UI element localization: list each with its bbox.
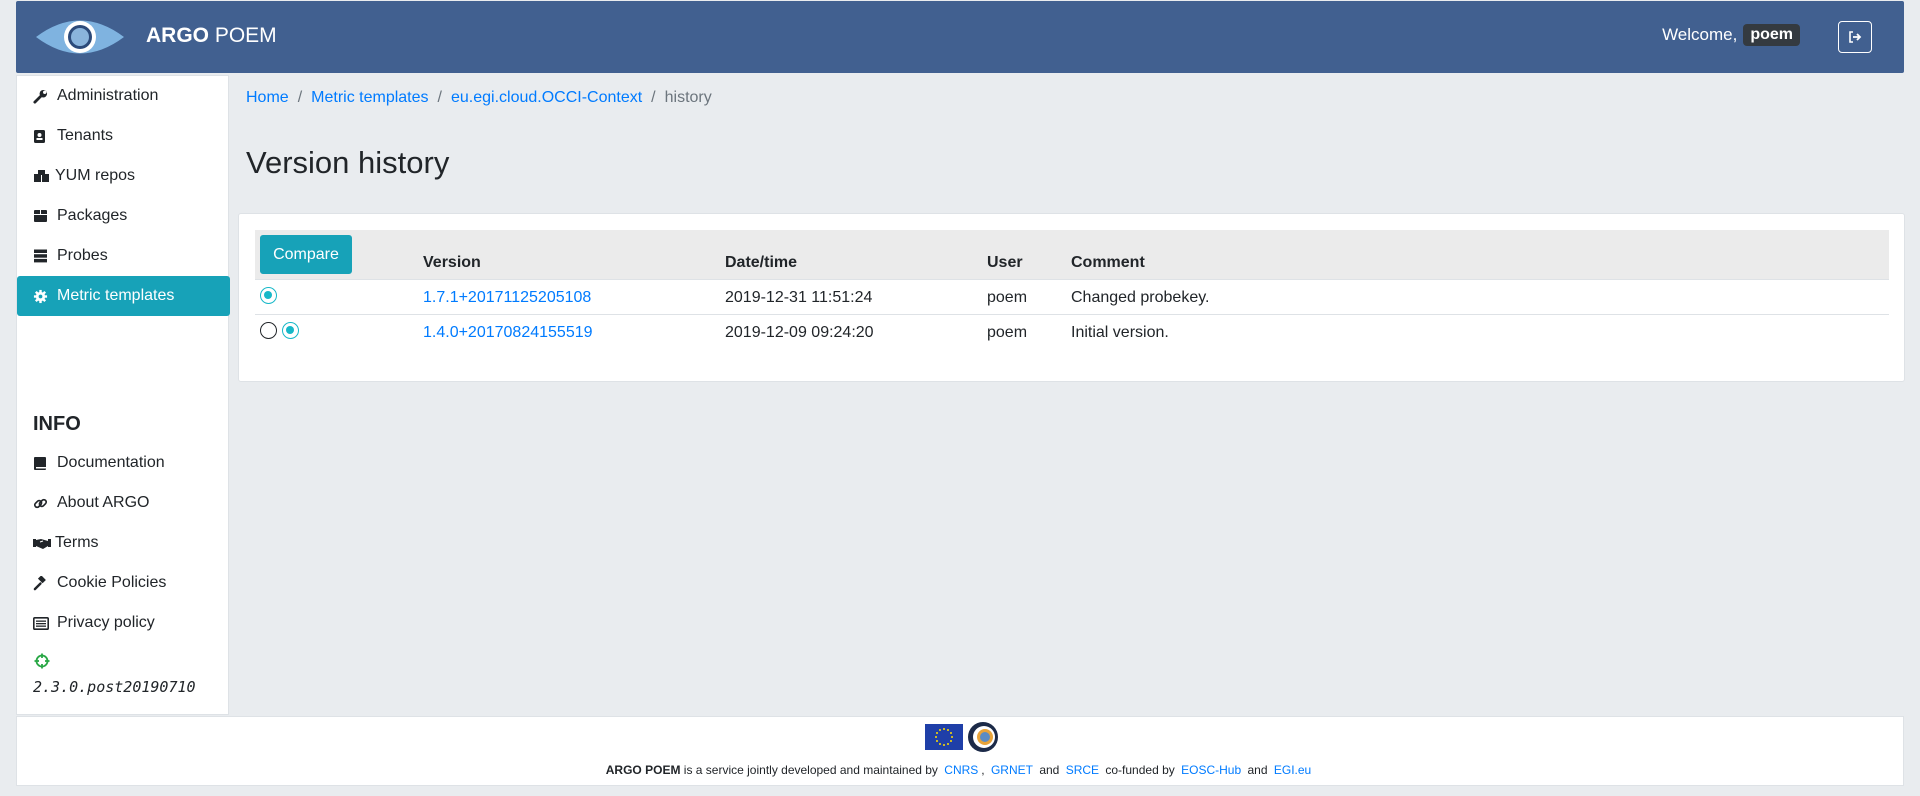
- footer-text: is a service jointly developed and maint…: [683, 763, 938, 777]
- table-row: 1.4.0+20170824155519 2019-12-09 09:24:20…: [255, 315, 1889, 350]
- version-comment: Changed probekey.: [1071, 289, 1210, 306]
- compare-radio-a[interactable]: [260, 322, 277, 339]
- version-user: poem: [987, 324, 1028, 341]
- version-datetime: 2019-12-31 11:51:24: [725, 289, 873, 306]
- breadcrumb-home-link[interactable]: Home: [246, 89, 289, 107]
- breadcrumb-separator: /: [297, 89, 303, 106]
- version-user: poem: [987, 289, 1028, 306]
- column-header-comment: Comment: [1071, 254, 1145, 271]
- breadcrumb-separator: /: [437, 89, 442, 106]
- app-version: 2.3.0.post20190710: [33, 678, 196, 696]
- breadcrumb-current: history: [664, 89, 712, 106]
- sidebar-item-label: Terms: [55, 534, 99, 551]
- footer-link-srce[interactable]: SRCE: [1066, 763, 1099, 777]
- version-comment: Initial version.: [1071, 324, 1169, 341]
- sidebar-item-about-argo[interactable]: About ARGO: [17, 483, 230, 523]
- compare-radio-b[interactable]: [282, 322, 299, 339]
- version-link[interactable]: 1.7.1+20171125205108: [423, 289, 591, 307]
- breadcrumb-separator: /: [651, 89, 656, 106]
- link-icon: [33, 496, 55, 511]
- sidebar-item-terms[interactable]: Terms: [17, 523, 230, 563]
- breadcrumb-metric-templates-link[interactable]: Metric templates: [311, 89, 428, 107]
- sidebar-item-packages[interactable]: Packages: [17, 196, 230, 236]
- sidebar-item-label: Packages: [57, 207, 128, 224]
- wrench-icon: [33, 89, 55, 104]
- book-icon: [33, 456, 55, 471]
- welcome-label: Welcome,: [1662, 25, 1738, 44]
- sidebar-item-label: Documentation: [57, 454, 165, 471]
- egi-logo-icon[interactable]: [967, 721, 999, 753]
- info-heading: INFO: [33, 413, 81, 435]
- footer-link-cnrs[interactable]: CNRS: [944, 763, 978, 777]
- footer-link-egi[interactable]: EGI.eu: [1274, 763, 1311, 777]
- sidebar-item-label: Cookie Policies: [57, 574, 167, 591]
- compare-button[interactable]: Compare: [260, 235, 352, 274]
- crosshairs-icon: [34, 653, 50, 669]
- column-header-datetime: Date/time: [725, 254, 798, 271]
- handshake-icon: [33, 537, 53, 550]
- version-link[interactable]: 1.4.0+20170824155519: [423, 324, 593, 342]
- box-icon: [33, 209, 55, 223]
- version-datetime: 2019-12-09 09:24:20: [725, 324, 874, 341]
- sidebar-item-label: Metric templates: [57, 287, 175, 304]
- welcome-area: Welcome, poem: [1662, 24, 1800, 46]
- sidebar-item-metric-templates[interactable]: Metric templates: [17, 276, 230, 316]
- footer-link-eosc-hub[interactable]: EOSC-Hub: [1181, 763, 1241, 777]
- version-history-table: Compare Version Date/time User Comment 1…: [255, 230, 1889, 350]
- username-badge: poem: [1743, 24, 1800, 46]
- table-header: Compare Version Date/time User Comment: [255, 230, 1889, 280]
- sidebar-item-label: Probes: [57, 247, 108, 264]
- column-header-user: User: [987, 254, 1023, 271]
- argo-eye-logo-icon[interactable]: [34, 12, 126, 62]
- table-row: 1.7.1+20171125205108 2019-12-31 11:51:24…: [255, 280, 1889, 315]
- cog-icon: [33, 289, 55, 304]
- top-navbar: ARGO POEM Welcome, poem: [16, 1, 1904, 73]
- id-badge-icon: [33, 129, 55, 144]
- breadcrumb: Home / Metric templates / eu.egi.cloud.O…: [246, 89, 712, 107]
- sidebar-item-administration[interactable]: Administration: [17, 76, 230, 116]
- page-title: Version history: [246, 145, 450, 180]
- brand-title[interactable]: ARGO POEM: [146, 23, 277, 49]
- breadcrumb-template-link[interactable]: eu.egi.cloud.OCCI-Context: [451, 89, 642, 107]
- sidebar-item-probes[interactable]: Probes: [17, 236, 230, 276]
- footer-text: co-funded by: [1105, 763, 1175, 777]
- sidebar-item-label: Tenants: [57, 127, 114, 144]
- compare-radio-b[interactable]: [260, 287, 277, 304]
- sidebar: Administration Tenants YUM repos Package…: [16, 75, 230, 715]
- logout-button[interactable]: [1838, 21, 1872, 53]
- footer-text: and: [1247, 763, 1268, 777]
- footer-credits: ARGO POEM is a service jointly developed…: [605, 763, 1312, 777]
- sidebar-item-label: About ARGO: [57, 494, 150, 511]
- version-history-card: Compare Version Date/time User Comment 1…: [238, 213, 1905, 382]
- footer-brand: ARGO POEM: [605, 763, 681, 777]
- footer: ARGO POEM is a service jointly developed…: [16, 716, 1904, 786]
- boxes-icon: [33, 169, 53, 183]
- sidebar-item-tenants[interactable]: Tenants: [17, 116, 230, 156]
- sidebar-item-label: YUM repos: [55, 167, 136, 184]
- sign-out-icon: [1849, 31, 1862, 43]
- sidebar-item-yum-repos[interactable]: YUM repos: [17, 156, 230, 196]
- gavel-icon: [33, 575, 55, 591]
- eu-flag-icon[interactable]: [925, 724, 963, 750]
- sidebar-item-label: Administration: [57, 87, 159, 104]
- sidebar-item-label: Privacy policy: [57, 614, 155, 631]
- sidebar-item-documentation[interactable]: Documentation: [17, 443, 230, 483]
- footer-link-grnet[interactable]: GRNET: [991, 763, 1033, 777]
- footer-text: and: [1039, 763, 1060, 777]
- sidebar-item-cookie-policies[interactable]: Cookie Policies: [17, 563, 230, 603]
- server-icon: [33, 249, 55, 263]
- list-alt-icon: [33, 616, 55, 630]
- brand-bold: ARGO: [146, 24, 209, 47]
- column-header-version: Version: [423, 254, 481, 271]
- brand-rest: POEM: [209, 24, 277, 47]
- sidebar-item-privacy-policy[interactable]: Privacy policy: [17, 603, 230, 643]
